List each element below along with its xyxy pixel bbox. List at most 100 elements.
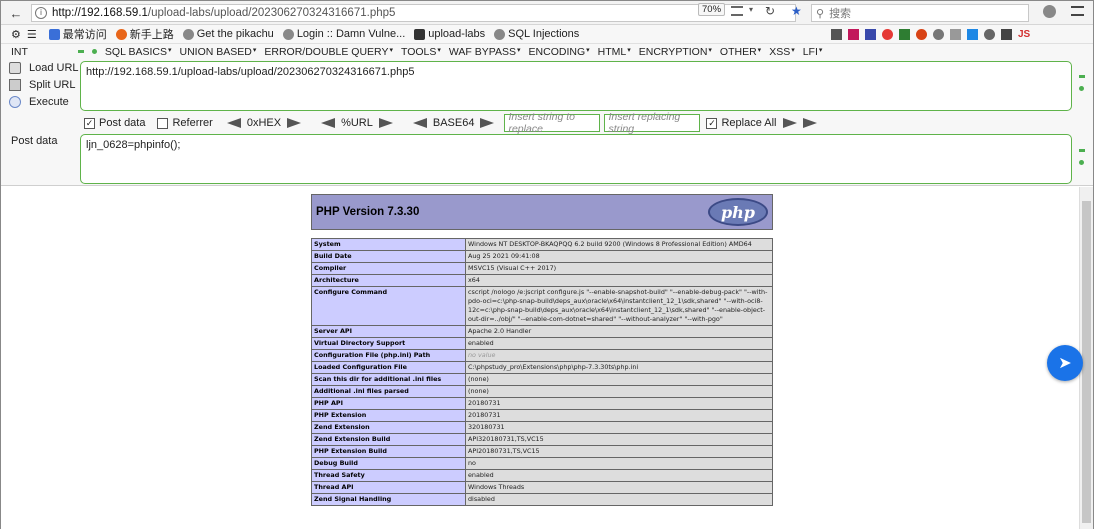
menu-tools[interactable]: TOOLS [401, 46, 441, 58]
replace-arrow-icon[interactable] [782, 118, 797, 128]
extension-icon[interactable] [831, 29, 842, 40]
bookmarks-toolbar: ⚙ ☰ 最常访问 新手上路 Get the pikachu Login :: D… [1, 25, 1093, 44]
menu-lfi[interactable]: LFI [803, 46, 823, 58]
search-input[interactable]: ⚲ 搜索 [811, 4, 1029, 22]
table-row: PHP Extension 20180731 [311, 409, 773, 422]
info-key: PHP Extension [311, 409, 466, 422]
load-url-button[interactable]: Load URL [9, 62, 79, 74]
info-value: cscript /nologo /e:jscript configure.js … [465, 286, 773, 326]
menu-error-double-query[interactable]: ERROR/DOUBLE QUERY [264, 46, 393, 58]
table-row: Loaded Configuration File C:\phpstudy_pro… [311, 361, 773, 374]
int-selector[interactable]: INT [11, 46, 28, 58]
extension-icon[interactable] [865, 29, 876, 40]
extension-icon[interactable] [967, 29, 978, 40]
extension-icon[interactable] [882, 29, 893, 40]
base64-left-arrow-icon[interactable] [412, 118, 427, 128]
menu-html[interactable]: HTML [598, 46, 631, 58]
php-version-title: PHP Version 7.3.30 [316, 206, 420, 218]
table-row: Additional .ini files parsed (none) [311, 385, 773, 398]
execute-button[interactable]: Execute [9, 96, 69, 108]
resize-dot-icon [1079, 149, 1085, 152]
info-value: MSVC15 (Visual C++ 2017) [465, 262, 773, 275]
table-row: Zend Extension Build API320180731,TS,VC15 [311, 433, 773, 446]
replacing-string-input[interactable]: Insert replacing string [604, 111, 701, 135]
extension-icon[interactable] [899, 29, 910, 40]
extension-icon[interactable] [933, 29, 944, 40]
menu-union-based[interactable]: UNION BASED [180, 46, 257, 58]
hackbar-panel: Load URL Split URL Execute http://192.16… [1, 59, 1093, 186]
url-left-arrow-icon[interactable] [321, 118, 336, 128]
js-icon[interactable]: JS [1018, 29, 1030, 40]
bookmark-item[interactable]: Get the pikachu [182, 28, 274, 40]
extension-icon[interactable] [950, 29, 961, 40]
dropdown-icon[interactable]: ▾ [749, 5, 753, 14]
base64-right-arrow-icon[interactable] [480, 118, 495, 128]
menu-sql-basics[interactable]: SQL BASICS [105, 46, 172, 58]
table-row: Configuration File (php.ini) Path no valu… [311, 349, 773, 362]
info-value: 20180731 [465, 397, 773, 410]
info-value: (none) [465, 373, 773, 386]
bookmark-star-icon[interactable]: ★ [791, 4, 802, 18]
replace-string-input[interactable]: Insert string to replace [504, 111, 601, 135]
url-right-arrow-icon[interactable] [378, 118, 393, 128]
play-icon [9, 96, 21, 108]
resize-dot-icon [1079, 160, 1084, 165]
info-icon[interactable]: i [35, 7, 47, 19]
info-value: Apache 2.0 Handler [465, 325, 773, 338]
base64-label: BASE64 [432, 117, 475, 129]
info-value: C:\phpstudy_pro\Extensions\php\php-7.3.3… [465, 361, 773, 374]
bookmarks-icon[interactable]: ☰ [27, 28, 37, 41]
split-url-button[interactable]: Split URL [9, 79, 75, 91]
info-value: API20180731,TS,VC15 [465, 445, 773, 458]
bookmark-item[interactable]: Login :: Damn Vulne... [282, 28, 405, 40]
table-row: PHP API 20180731 [311, 397, 773, 410]
globe-icon [182, 28, 194, 40]
info-key: Virtual Directory Support [311, 337, 466, 350]
menu-waf-bypass[interactable]: WAF BYPASS [449, 46, 521, 58]
back-arrow-icon[interactable]: ← [7, 4, 25, 22]
replace-all-checkbox[interactable]: ✓ [706, 117, 718, 129]
bookmark-item[interactable]: 最常访问 [48, 26, 107, 42]
info-key: Thread Safety [311, 469, 466, 482]
menu-encryption[interactable]: ENCRYPTION [639, 46, 712, 58]
scrollbar-thumb[interactable] [1082, 201, 1091, 523]
referrer-checkbox[interactable] [157, 117, 169, 129]
info-key: PHP API [311, 397, 466, 410]
menu-encoding[interactable]: ENCODING [529, 46, 590, 58]
user-icon[interactable] [1043, 5, 1056, 18]
table-row: Virtual Directory Support enabled [311, 337, 773, 350]
info-key: Zend Extension Build [311, 433, 466, 446]
reader-icon[interactable] [731, 6, 743, 16]
bookmark-item[interactable]: upload-labs [414, 28, 485, 40]
post-data-label: Post data [11, 135, 58, 147]
menu-icon[interactable] [1071, 6, 1084, 16]
url-bar[interactable]: i http://192.168.59.1/upload-labs/upload… [31, 4, 796, 22]
post-data-textarea[interactable]: ljn_0628=phpinfo(); [80, 134, 1072, 184]
extension-icon[interactable] [916, 29, 927, 40]
menu-other[interactable]: OTHER [720, 46, 761, 58]
extension-icon[interactable] [984, 29, 995, 40]
replace-all-arrow-icon[interactable] [802, 118, 817, 128]
zoom-indicator[interactable]: 70% [698, 3, 726, 16]
floating-action-icon[interactable]: ➤ [1047, 345, 1083, 381]
firefox-icon [115, 28, 127, 40]
menu-xss[interactable]: XSS [769, 46, 795, 58]
info-key: Zend Signal Handling [311, 493, 466, 506]
history-icon[interactable]: ⚙ [11, 28, 21, 41]
extension-icon[interactable] [848, 29, 859, 40]
reload-icon[interactable]: ↻ [765, 4, 775, 18]
bookmark-item[interactable]: SQL Injections [494, 28, 579, 40]
hex-right-arrow-icon[interactable] [287, 118, 302, 128]
post-data-checkbox[interactable]: ✓ [84, 117, 95, 129]
home-icon[interactable] [1001, 29, 1012, 40]
info-value: 20180731 [465, 409, 773, 422]
hex-left-arrow-icon[interactable] [226, 118, 241, 128]
bookmark-item[interactable]: 新手上路 [115, 26, 174, 42]
globe-icon [494, 28, 506, 40]
info-value: enabled [465, 469, 773, 482]
url-textarea[interactable]: http://192.168.59.1/upload-labs/upload/2… [80, 61, 1072, 111]
info-key: Additional .ini files parsed [311, 385, 466, 398]
table-row: System Windows NT DESKTOP-BKAQPQQ 6.2 bui… [311, 238, 773, 251]
info-value: x64 [465, 274, 773, 287]
info-value: 320180731 [465, 421, 773, 434]
